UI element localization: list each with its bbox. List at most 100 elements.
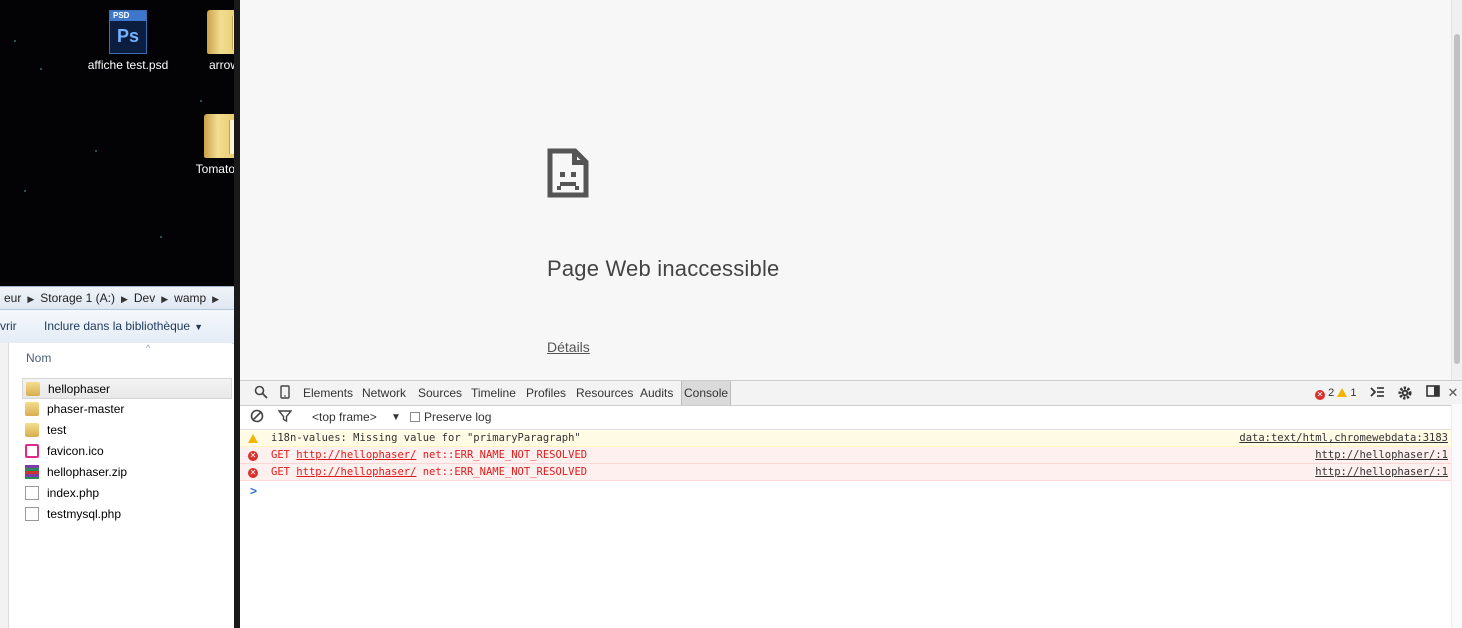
- close-icon[interactable]: ✕: [1445, 385, 1461, 401]
- breadcrumb-item[interactable]: Dev: [130, 291, 159, 305]
- folder-icon: [207, 10, 234, 54]
- warning-icon: [1337, 388, 1348, 397]
- scrollbar-thumb[interactable]: [1454, 34, 1460, 364]
- breadcrumb-item[interactable]: Storage 1 (A:): [36, 291, 119, 305]
- request-method: GET: [271, 449, 290, 461]
- error-icon: ✕: [248, 451, 258, 461]
- wamp-icon: [25, 444, 39, 458]
- gear-icon[interactable]: [1397, 385, 1413, 401]
- file-row[interactable]: testmysql.php: [22, 504, 232, 525]
- tab-profiles[interactable]: Profiles: [526, 381, 566, 405]
- error-icon: ✕: [248, 468, 258, 478]
- clear-console-icon[interactable]: [249, 409, 265, 425]
- tab-network[interactable]: Network: [362, 381, 406, 405]
- file-name: phaser-master: [47, 402, 125, 416]
- warning-icon: [248, 434, 258, 443]
- message-text: i18n-values: Missing value for "primaryP…: [271, 432, 581, 444]
- file-row[interactable]: favicon.ico: [22, 441, 232, 462]
- inspect-search-icon[interactable]: [253, 385, 269, 401]
- drawer-toggle-icon[interactable]: [1369, 385, 1385, 401]
- desktop-icon-folder-tomato[interactable]: Tomato S: [176, 114, 234, 176]
- file-row[interactable]: hellophaser: [22, 378, 232, 399]
- column-header-name[interactable]: Nom: [26, 351, 51, 365]
- chevron-right-icon[interactable]: ▶: [25, 294, 36, 304]
- error-warning-counter[interactable]: ✕ 2 1: [1315, 381, 1356, 405]
- desktop-icon-label: affiche test.psd: [87, 58, 169, 72]
- breadcrumb-item[interactable]: wamp: [170, 291, 210, 305]
- file-name: favicon.ico: [47, 444, 104, 458]
- tab-audits[interactable]: Audits: [640, 381, 673, 405]
- request-url-link[interactable]: http://hellophaser/: [296, 449, 416, 461]
- console-scrollbar[interactable]: [1451, 404, 1462, 628]
- console-message-error: ✕ GET http://hellophaser/ net::ERR_NAME_…: [240, 464, 1452, 481]
- open-command[interactable]: vrir: [0, 310, 17, 343]
- desktop-icon-psd[interactable]: PSD Ps affiche test.psd: [80, 10, 176, 72]
- desktop-icon-label: Tomato S: [195, 162, 234, 176]
- error-count: 2: [1328, 387, 1335, 399]
- document-icon: [25, 486, 39, 500]
- frame-select[interactable]: <top frame>: [312, 406, 377, 429]
- navigation-pane-edge: [0, 343, 9, 628]
- message-source-link[interactable]: http://hellophaser/:1: [1315, 447, 1448, 464]
- error-code: net::ERR_NAME_NOT_RESOLVED: [422, 449, 588, 461]
- command-bar: vrir Inclure dans la bibliothèque ▼: [0, 310, 234, 344]
- breadcrumb-item[interactable]: eur: [0, 291, 25, 305]
- error-title: Page Web inaccessible: [547, 256, 780, 281]
- psd-tag: PSD: [110, 11, 146, 21]
- file-row[interactable]: index.php: [22, 483, 232, 504]
- tab-console[interactable]: Console: [681, 381, 732, 405]
- folder-icon: [204, 114, 234, 158]
- file-name: hellophaser.zip: [47, 465, 128, 479]
- chevron-right-icon[interactable]: ▶: [159, 294, 170, 304]
- star: [160, 236, 162, 238]
- sort-caret-icon: ^: [146, 343, 151, 353]
- filter-icon[interactable]: [277, 409, 293, 425]
- tab-resources[interactable]: Resources: [576, 381, 633, 405]
- message-text: GET http://hellophaser/ net::ERR_NAME_NO…: [271, 447, 587, 464]
- file-list: ^ Nom hellophaser phaser-master test fav…: [0, 343, 232, 628]
- message-text: GET http://hellophaser/ net::ERR_NAME_NO…: [271, 464, 587, 481]
- file-name: index.php: [47, 486, 100, 500]
- sad-page-icon: [547, 148, 589, 198]
- tab-sources[interactable]: Sources: [418, 381, 462, 405]
- folder-icon: [25, 402, 39, 416]
- folder-icon: [25, 423, 39, 437]
- preserve-log-checkbox[interactable]: [410, 412, 420, 422]
- chevron-right-icon[interactable]: ▶: [210, 294, 221, 304]
- console-prompt[interactable]: >: [250, 484, 257, 498]
- chevron-right-icon[interactable]: ▶: [119, 294, 130, 304]
- message-source-link[interactable]: data:text/html,chromewebdata:3183: [1239, 430, 1448, 447]
- document-icon: [25, 507, 39, 521]
- console-message-warning: i18n-values: Missing value for "primaryP…: [240, 430, 1452, 447]
- address-breadcrumb[interactable]: eur ▶ Storage 1 (A:) ▶ Dev ▶ wamp ▶: [0, 286, 234, 310]
- dock-side-icon[interactable]: [1425, 385, 1441, 401]
- desktop-icon-folder-arrow[interactable]: arrow: [194, 10, 234, 72]
- include-in-library-button[interactable]: Inclure dans la bibliothèque ▼: [44, 310, 203, 344]
- page-scrollbar[interactable]: [1451, 0, 1462, 380]
- star: [40, 68, 42, 70]
- console-message-error: ✕ GET http://hellophaser/ net::ERR_NAME_…: [240, 447, 1452, 464]
- file-row[interactable]: phaser-master: [22, 399, 232, 420]
- tab-elements[interactable]: Elements: [303, 381, 353, 405]
- request-url-link[interactable]: http://hellophaser/: [296, 466, 416, 478]
- console-filter-bar: <top frame> ▼ Preserve log: [240, 406, 1462, 430]
- details-link[interactable]: Détails: [547, 339, 590, 355]
- error-page: Page Web inaccessible Détails: [240, 0, 1462, 380]
- devtools-toolbar: Elements Network Sources Timeline Profil…: [240, 380, 1462, 406]
- star: [14, 40, 16, 42]
- zip-archive-icon: [25, 465, 39, 479]
- file-row[interactable]: hellophaser.zip: [22, 462, 232, 483]
- chevron-down-icon[interactable]: ▼: [391, 406, 401, 429]
- file-row[interactable]: test: [22, 420, 232, 441]
- tab-timeline[interactable]: Timeline: [471, 381, 516, 405]
- folder-icon: [26, 382, 40, 396]
- warning-count: 1: [1350, 387, 1357, 399]
- file-name: test: [47, 423, 67, 437]
- file-name: testmysql.php: [47, 507, 122, 521]
- desktop-icon-label: arrow: [208, 58, 234, 72]
- message-source-link[interactable]: http://hellophaser/:1: [1315, 464, 1448, 481]
- browser-window: Page Web inaccessible Détails Elements N…: [234, 0, 1462, 628]
- star: [24, 190, 26, 192]
- device-mode-icon[interactable]: [277, 385, 293, 401]
- chevron-down-icon: ▼: [194, 322, 204, 332]
